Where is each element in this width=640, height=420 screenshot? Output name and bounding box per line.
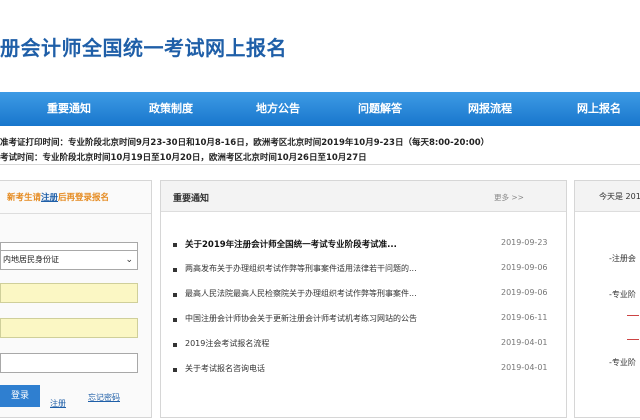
- main-nav: 重要通知 政策制度 地方公告 问题解答 网报流程 网上报名: [0, 92, 640, 126]
- forgot-password-link[interactable]: 忘记密码: [88, 392, 120, 403]
- divider: [627, 315, 639, 316]
- bullet-icon: [173, 318, 177, 322]
- news-item-title[interactable]: 2019注会考试报名流程: [185, 338, 475, 349]
- news-item-title[interactable]: 关于2019年注册会计师全国统一考试专业阶段考试准...: [185, 238, 475, 250]
- register-tip-link[interactable]: 注册: [41, 193, 58, 203]
- schedule-item: -专业阶: [609, 290, 636, 299]
- login-button[interactable]: 登录: [0, 385, 40, 407]
- nav-item-policies[interactable]: 政策制度: [136, 92, 206, 126]
- schedule-item: -专业阶: [609, 358, 636, 367]
- password-field[interactable]: [0, 318, 138, 338]
- bullet-icon: [173, 343, 177, 347]
- news-panel: 重要通知 更多 >> 关于2019年注册会计师全国统一考试专业阶段考试准... …: [160, 180, 567, 418]
- bullet-icon: [173, 368, 177, 372]
- news-title: 重要通知: [173, 194, 210, 204]
- today-label: 今天是 2019年: [599, 192, 640, 201]
- news-header: 重要通知 更多 >>: [161, 181, 566, 212]
- news-item-date: 2019-09-23: [501, 238, 548, 247]
- news-item[interactable]: 2019注会考试报名流程 2019-04-01: [173, 337, 558, 355]
- page-title: 册会计师全国统一考试网上报名: [0, 36, 287, 60]
- login-tip: 新考生请注册后再登录报名: [7, 191, 109, 203]
- news-item-date: 2019-06-11: [501, 313, 548, 322]
- divider: [0, 213, 151, 214]
- news-item-title[interactable]: 关于考试报名咨询电话: [185, 363, 475, 374]
- chevron-down-icon: ⌄: [125, 255, 133, 265]
- id-number-field[interactable]: [0, 283, 138, 303]
- notice-exam-time: 考试时间：专业阶段北京时间10月19日至10月20日，欧洲考区北京时间10月26…: [0, 153, 367, 163]
- news-item-title[interactable]: 中国注册会计师协会关于更新注册会计师考试机考练习网站的公告: [185, 313, 475, 324]
- divider: [627, 339, 639, 340]
- header: 册会计师全国统一考试网上报名: [0, 0, 640, 88]
- nav-item-notices[interactable]: 重要通知: [34, 92, 104, 126]
- news-item-title[interactable]: 两高发布关于办理组织考试作弊等刑事案件适用法律若干问题的...: [185, 263, 475, 274]
- divider: [0, 164, 640, 165]
- schedule-item: -注册会: [609, 254, 636, 263]
- nav-item-faq[interactable]: 问题解答: [345, 92, 415, 126]
- id-type-value: 内地居民身份证: [3, 255, 59, 264]
- news-item-title[interactable]: 最高人民法院最高人民检察院关于办理组织考试作弊等刑事案件...: [185, 288, 475, 299]
- captcha-field[interactable]: [0, 353, 138, 373]
- register-link[interactable]: 注册: [50, 398, 66, 409]
- news-item[interactable]: 关于2019年注册会计师全国统一考试专业阶段考试准... 2019-09-23: [173, 237, 558, 255]
- news-more-link[interactable]: 更多 >>: [494, 192, 524, 203]
- notice-admission-ticket: 准考证打印时间：专业阶段北京时间9月23-30日和10月8-16日，欧洲考区北京…: [0, 138, 490, 148]
- bullet-icon: [173, 293, 177, 297]
- news-item[interactable]: 中国注册会计师协会关于更新注册会计师考试机考练习网站的公告 2019-06-11: [173, 312, 558, 330]
- bullet-icon: [173, 268, 177, 272]
- nav-item-register[interactable]: 网上报名: [564, 92, 634, 126]
- news-item[interactable]: 两高发布关于办理组织考试作弊等刑事案件适用法律若干问题的... 2019-09-…: [173, 262, 558, 280]
- bullet-icon: [173, 243, 177, 247]
- nav-item-process[interactable]: 网报流程: [455, 92, 525, 126]
- news-item[interactable]: 最高人民法院最高人民检察院关于办理组织考试作弊等刑事案件... 2019-09-…: [173, 287, 558, 305]
- news-item-date: 2019-04-01: [501, 338, 548, 347]
- nav-item-local-announcements[interactable]: 地方公告: [243, 92, 313, 126]
- news-item-date: 2019-04-01: [501, 363, 548, 372]
- login-tip-suffix: 后再登录报名: [58, 193, 110, 203]
- news-item[interactable]: 关于考试报名咨询电话 2019-04-01: [173, 362, 558, 380]
- login-tip-prefix: 新考生请: [7, 193, 42, 203]
- news-item-date: 2019-09-06: [501, 288, 548, 297]
- news-item-date: 2019-09-06: [501, 263, 548, 272]
- calendar-header: 今天是 2019年: [575, 181, 640, 212]
- calendar-panel: 今天是 2019年 -注册会 -专业阶 -专业阶: [574, 180, 640, 418]
- id-type-select[interactable]: 内地居民身份证 ⌄: [0, 250, 138, 270]
